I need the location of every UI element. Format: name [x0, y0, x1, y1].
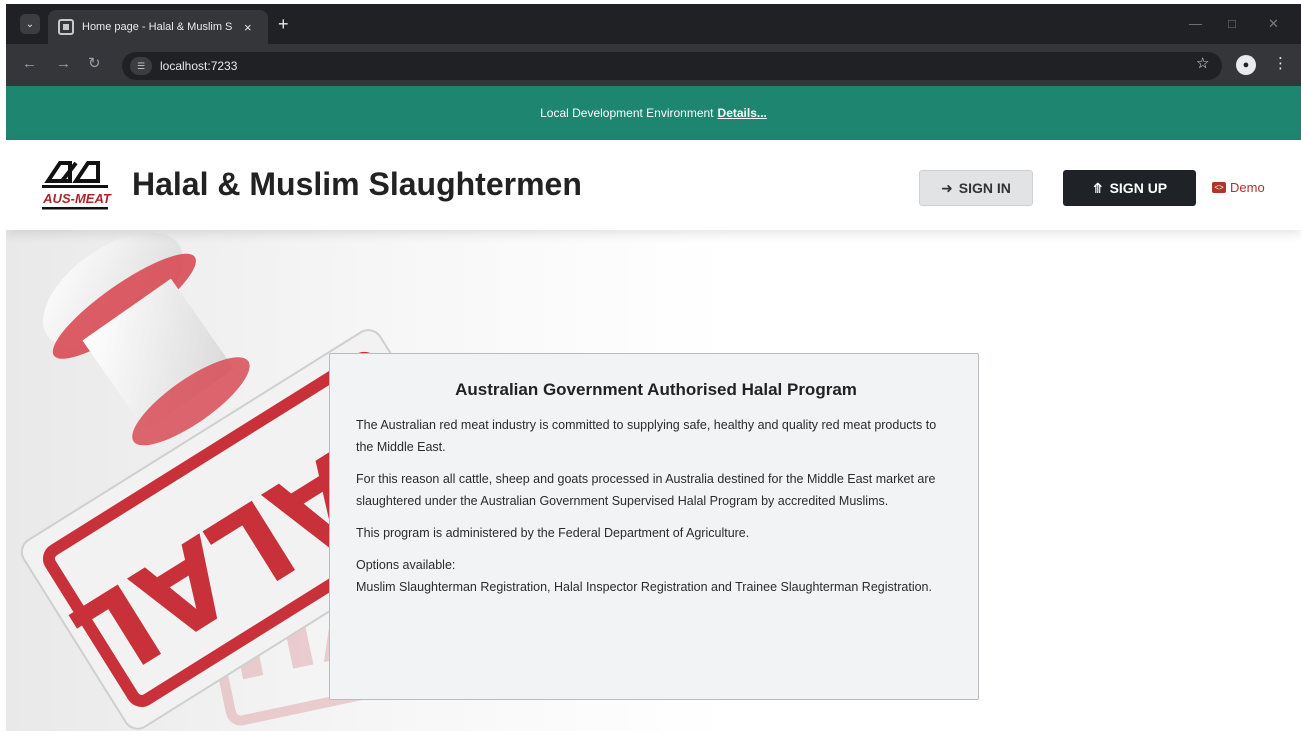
- site-title: Halal & Muslim Slaughtermen: [132, 166, 582, 202]
- address-bar[interactable]: ☰ localhost:7233: [122, 52, 1222, 80]
- demo-label: Demo: [1230, 180, 1265, 195]
- reload-icon[interactable]: ↻: [88, 56, 101, 72]
- window-close-icon[interactable]: ✕: [1268, 16, 1279, 32]
- back-icon[interactable]: ←: [22, 56, 37, 72]
- demo-icon: <>: [1212, 182, 1226, 193]
- environment-text: Local Development Environment: [540, 106, 714, 120]
- browser-tab[interactable]: Home page - Halal & Muslim S ×: [48, 10, 268, 44]
- environment-banner: Local Development Environment Details...: [6, 86, 1301, 140]
- tab-strip: ⌄ Home page - Halal & Muslim S × + — □ ✕: [6, 4, 1301, 44]
- menu-icon[interactable]: ⋮: [1273, 54, 1288, 72]
- tab-search-icon[interactable]: ⌄: [20, 14, 40, 34]
- sign-up-button[interactable]: ⤊ SIGN UP: [1063, 170, 1196, 206]
- options-label: Options available:: [356, 558, 456, 572]
- program-info-card: Australian Government Authorised Halal P…: [329, 353, 979, 700]
- sign-in-label: SIGN IN: [958, 180, 1011, 196]
- card-paragraph-1: The Australian red meat industry is comm…: [356, 418, 937, 454]
- aus-meat-logo[interactable]: AUS-MEAT: [40, 161, 114, 213]
- minimize-icon[interactable]: —: [1189, 16, 1202, 31]
- environment-details-link[interactable]: Details...: [718, 106, 767, 120]
- bookmark-star-icon[interactable]: ☆: [1196, 54, 1209, 72]
- options-list: Muslim Slaughterman Registration, Halal …: [356, 580, 932, 594]
- forward-icon[interactable]: →: [56, 56, 71, 72]
- site-favicon-icon: [58, 19, 74, 35]
- profile-icon[interactable]: ●: [1236, 55, 1256, 75]
- new-tab-button[interactable]: +: [278, 14, 289, 34]
- sign-up-icon: ⤊: [1091, 179, 1104, 196]
- hero-section: HALAL HALAL Australian Government Auth: [6, 230, 1301, 731]
- page-viewport: Local Development Environment Details...…: [6, 86, 1301, 731]
- svg-text:AUS-MEAT: AUS-MEAT: [42, 191, 112, 206]
- card-options: Options available: Muslim Slaughterman R…: [356, 554, 956, 598]
- site-info-icon[interactable]: ☰: [130, 57, 152, 75]
- site-header: AUS-MEAT Halal & Muslim Slaughtermen ➜ S…: [6, 140, 1301, 230]
- browser-window: ⌄ Home page - Halal & Muslim S × + — □ ✕…: [6, 4, 1301, 731]
- card-paragraph-2: For this reason all cattle, sheep and go…: [356, 472, 936, 508]
- sign-in-icon: ➜: [941, 179, 953, 196]
- tab-title: Home page - Halal & Muslim S: [82, 21, 232, 33]
- close-tab-icon[interactable]: ×: [244, 20, 252, 35]
- sign-in-button[interactable]: ➜ SIGN IN: [919, 170, 1033, 206]
- card-paragraph-3: This program is administered by the Fede…: [356, 526, 750, 540]
- demo-link[interactable]: <> Demo: [1212, 180, 1265, 195]
- maximize-icon[interactable]: □: [1228, 16, 1236, 31]
- card-title: Australian Government Authorised Halal P…: [455, 380, 857, 399]
- url-text: localhost:7233: [160, 59, 238, 73]
- browser-toolbar: ← → ↻ ☰ localhost:7233 ☆ ● ⋮: [6, 44, 1301, 86]
- sign-up-label: SIGN UP: [1109, 180, 1168, 196]
